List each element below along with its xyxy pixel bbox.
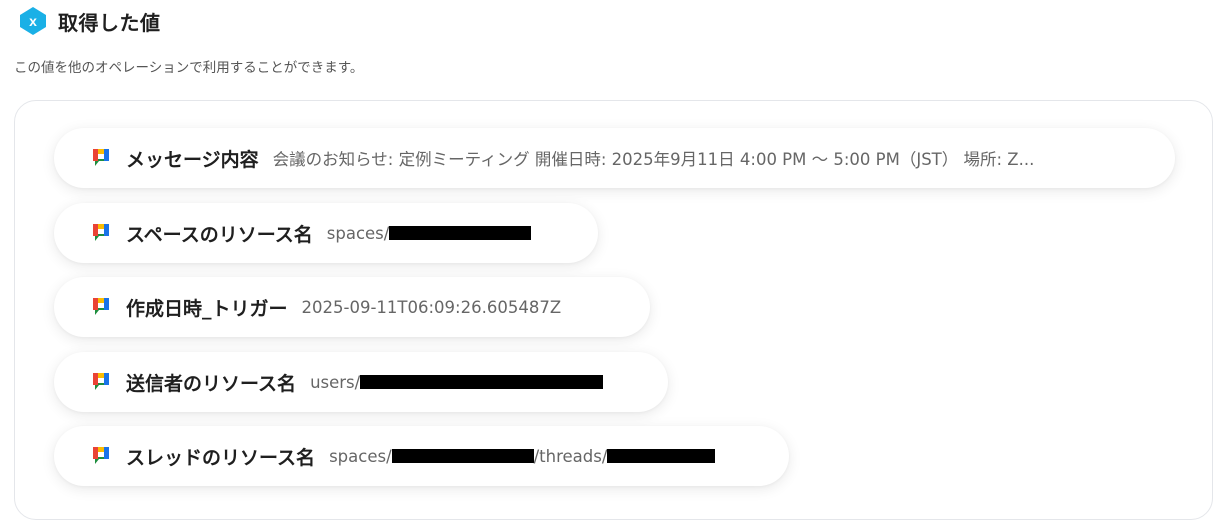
- item-label: スレッドのリソース名: [126, 446, 316, 469]
- value-middle: /threads/: [533, 446, 608, 466]
- item-value: 2025-09-11T06:09:26.605487Z: [301, 297, 562, 317]
- redacted-block: [391, 449, 534, 463]
- item-value: 会議のお知らせ: 定例ミーティング 開催日時: 2025年9月11日 4:00 …: [272, 150, 1035, 169]
- output-item-space-resource-name[interactable]: スペースのリソース名 spaces/: [54, 203, 598, 263]
- item-value: spaces/: [327, 224, 532, 243]
- output-item-thread-resource-name[interactable]: スレッドのリソース名 spaces/ /threads/: [54, 426, 789, 486]
- google-chat-icon: [93, 447, 109, 464]
- yoom-logo-icon: x: [20, 7, 46, 35]
- output-item-created-time-trigger[interactable]: 作成日時_トリガー 2025-09-11T06:09:26.605487Z: [54, 277, 650, 337]
- redacted-block: [389, 226, 532, 240]
- output-item-sender-resource-name[interactable]: 送信者のリソース名 users/: [54, 352, 668, 412]
- description-text: この値を他のオペレーションで利用することができます。: [14, 60, 364, 76]
- item-label: メッセージ内容: [126, 148, 259, 171]
- svg-text:x: x: [29, 13, 37, 29]
- redacted-block: [360, 375, 604, 389]
- google-chat-icon: [93, 373, 109, 390]
- item-value: spaces/ /threads/: [329, 446, 716, 466]
- output-values-panel: メッセージ内容 会議のお知らせ: 定例ミーティング 開催日時: 2025年9月1…: [14, 100, 1213, 520]
- item-value: users/: [310, 372, 604, 392]
- value-prefix: spaces/: [329, 446, 392, 466]
- value-prefix: spaces/: [326, 223, 390, 243]
- page-title: 取得した値: [58, 10, 161, 35]
- section-header: x 取得した値: [18, 6, 161, 36]
- item-label: スペースのリソース名: [126, 223, 313, 246]
- google-chat-icon: [93, 224, 109, 241]
- item-label: 送信者のリソース名: [126, 372, 297, 395]
- google-chat-icon: [93, 149, 109, 166]
- item-label: 作成日時_トリガー: [126, 297, 288, 320]
- output-item-message-content[interactable]: メッセージ内容 会議のお知らせ: 定例ミーティング 開催日時: 2025年9月1…: [54, 128, 1175, 188]
- google-chat-icon: [93, 298, 109, 315]
- value-prefix: users/: [310, 372, 361, 392]
- redacted-block: [607, 449, 716, 463]
